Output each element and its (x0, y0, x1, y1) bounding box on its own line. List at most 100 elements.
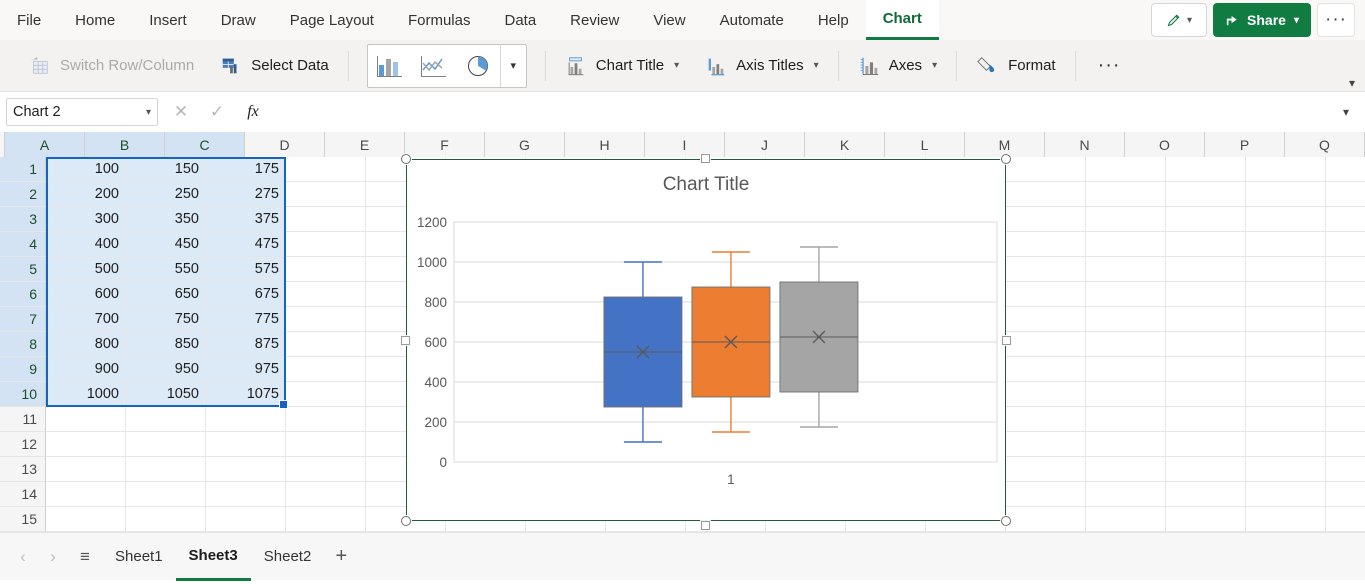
cell-A15[interactable] (46, 507, 126, 532)
formula-bar-expand-chevron[interactable]: ▾ (1333, 105, 1359, 119)
row-header-11[interactable]: 11 (0, 407, 46, 432)
cell-N1[interactable] (1086, 157, 1166, 182)
cancel-formula-button[interactable]: ✕ (163, 98, 199, 126)
cell-P8[interactable] (1246, 332, 1326, 357)
column-header-D[interactable]: D (245, 132, 325, 157)
axis-titles-button[interactable]: Axis Titles ▾ (692, 46, 832, 86)
cell-C13[interactable] (206, 457, 286, 482)
cell-D11[interactable] (286, 407, 366, 432)
cell-Q7[interactable] (1326, 307, 1365, 332)
chart-title-button[interactable]: Chart Title ▾ (552, 46, 692, 86)
cell-A1[interactable]: 100 (46, 157, 126, 182)
cell-B7[interactable]: 750 (126, 307, 206, 332)
share-button[interactable]: Share ▾ (1213, 3, 1311, 37)
cell-Q3[interactable] (1326, 207, 1365, 232)
row-header-15[interactable]: 15 (0, 507, 46, 532)
cell-O5[interactable] (1166, 257, 1246, 282)
cell-D9[interactable] (286, 357, 366, 382)
cell-P15[interactable] (1246, 507, 1326, 532)
cell-M2[interactable] (1006, 182, 1086, 207)
sheet-tab-sheet1[interactable]: Sheet1 (102, 533, 176, 581)
cell-C2[interactable]: 275 (206, 182, 286, 207)
cell-P10[interactable] (1246, 382, 1326, 407)
cell-O1[interactable] (1166, 157, 1246, 182)
cell-M10[interactable] (1006, 382, 1086, 407)
gallery-line-chart-option[interactable] (412, 45, 456, 87)
ribbon-tab-help[interactable]: Help (801, 0, 866, 40)
cell-O3[interactable] (1166, 207, 1246, 232)
confirm-formula-button[interactable]: ✓ (199, 98, 235, 126)
cell-C11[interactable] (206, 407, 286, 432)
cell-O11[interactable] (1166, 407, 1246, 432)
row-header-14[interactable]: 14 (0, 482, 46, 507)
cell-C5[interactable]: 575 (206, 257, 286, 282)
cell-A6[interactable]: 600 (46, 282, 126, 307)
column-header-I[interactable]: I (645, 132, 725, 157)
format-button[interactable]: Format (963, 46, 1069, 86)
resize-handle-top-right[interactable] (1001, 154, 1011, 164)
cell-A8[interactable]: 800 (46, 332, 126, 357)
name-box[interactable]: Chart 2 ▾ (6, 98, 158, 126)
cell-Q13[interactable] (1326, 457, 1365, 482)
sheet-tab-sheet3[interactable]: Sheet3 (175, 533, 251, 581)
cell-N12[interactable] (1086, 432, 1166, 457)
resize-handle-middle-right[interactable] (1002, 336, 1011, 345)
column-header-E[interactable]: E (325, 132, 405, 157)
ribbon-tab-review[interactable]: Review (553, 0, 636, 40)
cell-C14[interactable] (206, 482, 286, 507)
row-header-2[interactable]: 2 (0, 182, 46, 207)
cell-D13[interactable] (286, 457, 366, 482)
cell-N13[interactable] (1086, 457, 1166, 482)
cell-O8[interactable] (1166, 332, 1246, 357)
cell-B8[interactable]: 850 (126, 332, 206, 357)
cell-P7[interactable] (1246, 307, 1326, 332)
cell-Q11[interactable] (1326, 407, 1365, 432)
cell-A3[interactable]: 300 (46, 207, 126, 232)
cell-M5[interactable] (1006, 257, 1086, 282)
cell-A2[interactable]: 200 (46, 182, 126, 207)
gallery-pie-chart-option[interactable] (456, 45, 500, 87)
cell-M1[interactable] (1006, 157, 1086, 182)
cell-M3[interactable] (1006, 207, 1086, 232)
row-header-9[interactable]: 9 (0, 357, 46, 382)
cell-P13[interactable] (1246, 457, 1326, 482)
row-header-12[interactable]: 12 (0, 432, 46, 457)
column-header-P[interactable]: P (1205, 132, 1285, 157)
cell-P5[interactable] (1246, 257, 1326, 282)
cell-A9[interactable]: 900 (46, 357, 126, 382)
cell-B6[interactable]: 650 (126, 282, 206, 307)
cell-D5[interactable] (286, 257, 366, 282)
select-data-button[interactable]: Select Data (207, 46, 342, 86)
cell-M8[interactable] (1006, 332, 1086, 357)
cell-M13[interactable] (1006, 457, 1086, 482)
all-sheets-menu-button[interactable]: ≡ (68, 542, 102, 572)
cell-C4[interactable]: 475 (206, 232, 286, 257)
cell-N11[interactable] (1086, 407, 1166, 432)
next-sheet-button[interactable]: › (38, 542, 68, 572)
cell-P4[interactable] (1246, 232, 1326, 257)
cell-B9[interactable]: 950 (126, 357, 206, 382)
ribbon-tab-view[interactable]: View (636, 0, 702, 40)
cell-P6[interactable] (1246, 282, 1326, 307)
cell-C8[interactable]: 875 (206, 332, 286, 357)
insert-function-button[interactable]: fx (235, 98, 271, 126)
cell-M15[interactable] (1006, 507, 1086, 532)
axes-button[interactable]: Axes ▾ (845, 46, 950, 86)
resize-handle-bottom-right[interactable] (1001, 516, 1011, 526)
cell-C9[interactable]: 975 (206, 357, 286, 382)
column-header-B[interactable]: B (85, 132, 165, 157)
cell-Q12[interactable] (1326, 432, 1365, 457)
cell-D15[interactable] (286, 507, 366, 532)
cell-C15[interactable] (206, 507, 286, 532)
cell-M14[interactable] (1006, 482, 1086, 507)
cell-N4[interactable] (1086, 232, 1166, 257)
cell-B1[interactable]: 150 (126, 157, 206, 182)
column-header-N[interactable]: N (1045, 132, 1125, 157)
cell-D8[interactable] (286, 332, 366, 357)
chart-object[interactable]: Chart Title 0 200 400 600 800 1000 1200 1 (401, 154, 1011, 530)
cell-Q8[interactable] (1326, 332, 1365, 357)
cell-A4[interactable]: 400 (46, 232, 126, 257)
cell-D12[interactable] (286, 432, 366, 457)
column-header-J[interactable]: J (725, 132, 805, 157)
cell-M6[interactable] (1006, 282, 1086, 307)
